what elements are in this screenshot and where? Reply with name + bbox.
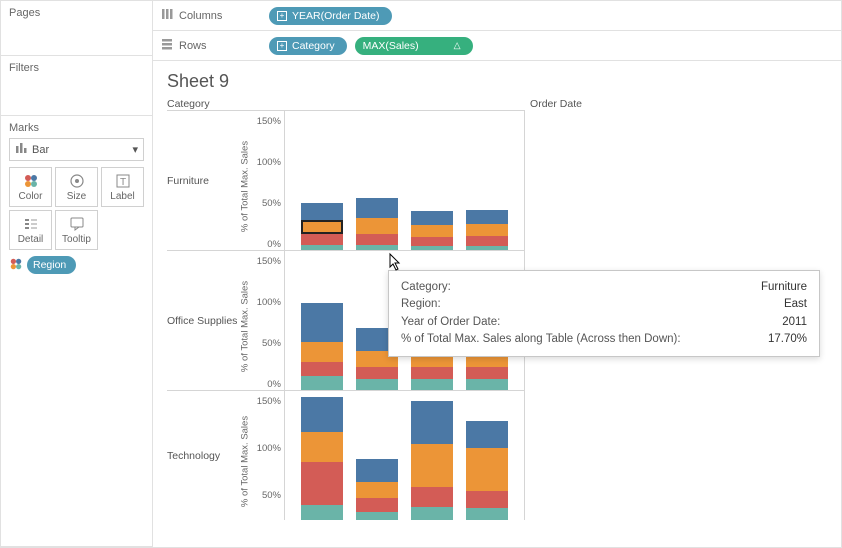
rows-icon xyxy=(161,38,173,53)
seg-west[interactable] xyxy=(301,203,343,220)
pill-year-orderdate[interactable]: + YEAR(Order Date) xyxy=(269,7,392,25)
axis-title-2: % of Total Max. Sales xyxy=(240,401,251,521)
columns-shelf[interactable]: Columns + YEAR(Order Date) xyxy=(153,1,841,31)
cursor-icon xyxy=(384,252,404,277)
pages-shelf[interactable]: Pages xyxy=(1,1,152,56)
row-label-office-supplies[interactable]: Office Supplies xyxy=(167,250,247,390)
rows-label: Rows xyxy=(179,40,207,52)
table-calc-icon: △ xyxy=(454,40,461,51)
color-dots-icon xyxy=(9,257,23,274)
sidebar: Pages Filters Marks Bar ▾ Color xyxy=(1,1,153,547)
category-header: Category xyxy=(167,98,247,110)
detail-icon xyxy=(23,216,39,232)
rows-shelf[interactable]: Rows + Category MAX(Sales) △ xyxy=(153,31,841,61)
marks-detail-button[interactable]: Detail xyxy=(9,210,52,250)
axis-column: % of Total Max. Sales 150% 100% 50% 0% %… xyxy=(247,110,285,520)
chevron-down-icon: ▾ xyxy=(132,143,138,156)
columns-label: Columns xyxy=(179,10,222,22)
pill-max-sales[interactable]: MAX(Sales) △ xyxy=(355,37,473,55)
row-label-furniture[interactable]: Furniture xyxy=(167,110,247,250)
sheet-title: Sheet 9 xyxy=(167,71,827,92)
bar-icon xyxy=(15,142,27,157)
label-icon: T xyxy=(115,173,131,189)
bar-tech-2012[interactable] xyxy=(356,459,398,520)
expand-icon: + xyxy=(277,41,287,51)
bars-technology xyxy=(285,390,524,520)
bar-tech-2011[interactable] xyxy=(301,397,343,520)
seg-east[interactable] xyxy=(301,234,343,245)
marks-color-button[interactable]: Color xyxy=(9,167,52,207)
svg-text:T: T xyxy=(119,177,125,188)
marks-type-dropdown[interactable]: Bar ▾ xyxy=(9,138,144,161)
axis-title-1: % of Total Max. Sales xyxy=(240,266,251,386)
marks-label: Marks xyxy=(9,122,144,134)
seg-south-highlighted[interactable] xyxy=(301,220,343,234)
marks-size-button[interactable]: Size xyxy=(55,167,98,207)
marks-type-text: Bar xyxy=(32,144,49,156)
bar-furniture-2014[interactable] xyxy=(466,210,508,250)
bar-furniture-2013[interactable] xyxy=(411,211,453,250)
region-pill-label: Region xyxy=(33,259,66,271)
row-label-technology[interactable]: Technology xyxy=(167,390,247,520)
bars-furniture xyxy=(285,110,524,250)
tooltip-icon xyxy=(69,216,85,232)
columns-icon xyxy=(161,8,173,23)
bar-furniture-2011[interactable] xyxy=(301,203,343,250)
bar-office-2011[interactable] xyxy=(301,303,343,390)
bar-furniture-2012[interactable] xyxy=(356,198,398,250)
tooltip: Category:Furniture Region:East Year of O… xyxy=(388,270,820,357)
chart-header-row: Category Order Date xyxy=(167,98,827,110)
pill-category[interactable]: + Category xyxy=(269,37,347,55)
expand-icon: + xyxy=(277,11,287,21)
marks-label-button[interactable]: T Label xyxy=(101,167,144,207)
filters-shelf[interactable]: Filters xyxy=(1,56,152,116)
bar-tech-2013[interactable] xyxy=(411,401,453,520)
filters-label: Filters xyxy=(9,62,144,74)
marks-tooltip-button[interactable]: Tooltip xyxy=(55,210,98,250)
size-icon xyxy=(69,173,85,189)
region-on-color[interactable]: Region xyxy=(9,256,144,274)
row-labels-column: Furniture Office Supplies Technology xyxy=(167,110,247,520)
axis-title-0: % of Total Max. Sales xyxy=(240,126,251,246)
pages-label: Pages xyxy=(9,7,144,19)
marks-card: Marks Bar ▾ Color Size xyxy=(1,116,152,547)
color-icon xyxy=(23,173,39,189)
orderdate-header: Order Date xyxy=(285,98,827,110)
bar-tech-2014[interactable] xyxy=(466,421,508,520)
marks-buttons-grid: Color Size T Label Detail Tooltip xyxy=(9,167,144,250)
